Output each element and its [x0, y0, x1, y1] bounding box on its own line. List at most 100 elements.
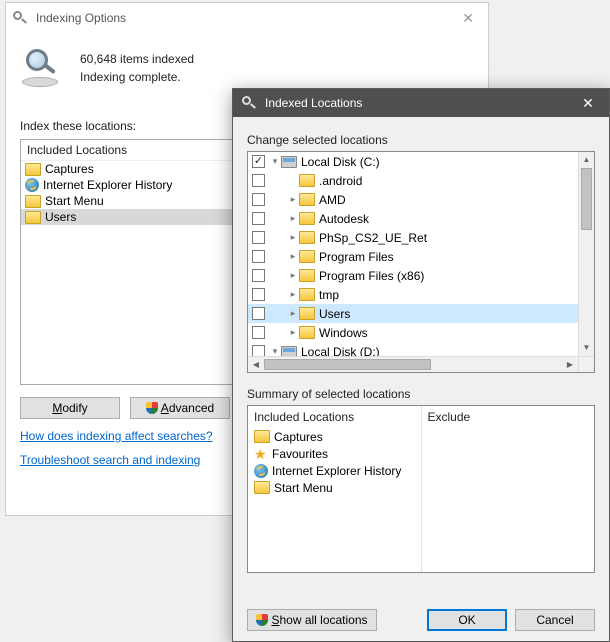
folder-icon	[254, 481, 270, 494]
help-link[interactable]: How does indexing affect searches?	[20, 429, 213, 443]
tree-row[interactable]: ▸ Autodesk	[248, 209, 578, 228]
tree-item-label: Program Files (x86)	[319, 269, 424, 283]
horizontal-scrollbar[interactable]: ◀ ▶	[248, 356, 578, 372]
checkbox[interactable]	[252, 155, 265, 168]
scroll-up-icon[interactable]: ▲	[579, 152, 594, 168]
tree-row[interactable]: ▸ Users	[248, 304, 578, 323]
chevron-right-icon[interactable]: ▸	[287, 232, 299, 243]
list-item-label: Captures	[274, 430, 323, 444]
items-indexed: 60,648 items indexed	[80, 50, 194, 68]
tree-row[interactable]: ▸ Program Files	[248, 247, 578, 266]
show-all-locations-button[interactable]: Show all locations	[247, 609, 377, 631]
folder-icon	[299, 250, 315, 263]
tree-item-label: Program Files	[319, 250, 394, 264]
tree-row[interactable]: · .android	[248, 171, 578, 190]
tree-row[interactable]: ▸ Program Files (x86)	[248, 266, 578, 285]
tree-row[interactable]: ▸ Windows	[248, 323, 578, 342]
folder-icon	[299, 326, 315, 339]
options-titlebar[interactable]: Indexing Options ✕	[6, 3, 488, 33]
drive-icon	[281, 156, 297, 168]
locations-titlebar[interactable]: Indexed Locations ✕	[233, 89, 609, 117]
chevron-right-icon[interactable]: ▸	[287, 213, 299, 224]
summary-included-header: Included Locations	[252, 408, 417, 428]
folder-icon	[299, 231, 315, 244]
star-icon: ★	[254, 447, 268, 461]
indexed-locations-dialog: Indexed Locations ✕ Change selected loca…	[232, 88, 610, 642]
chevron-right-icon[interactable]: ▸	[287, 270, 299, 281]
chevron-down-icon[interactable]: ▾	[269, 156, 281, 167]
chevron-right-icon[interactable]: ▸	[287, 251, 299, 262]
scroll-thumb[interactable]	[581, 168, 592, 230]
indexing-status: Indexing complete.	[80, 68, 194, 86]
vertical-scrollbar[interactable]: ▲ ▼	[578, 152, 594, 356]
tree-row[interactable]: ▾ Local Disk (C:)	[248, 152, 578, 171]
checkbox[interactable]	[252, 345, 265, 356]
checkbox[interactable]	[252, 231, 265, 244]
chevron-right-icon[interactable]: ▸	[287, 308, 299, 319]
list-item[interactable]: Start Menu	[252, 479, 417, 496]
magnifier-large-icon	[20, 47, 62, 89]
tree-row[interactable]: ▸ AMD	[248, 190, 578, 209]
summary-label: Summary of selected locations	[247, 387, 595, 401]
folder-icon	[299, 174, 315, 187]
tree-item-label: PhSp_CS2_UE_Ret	[319, 231, 427, 245]
change-locations-label: Change selected locations	[247, 133, 595, 147]
close-icon[interactable]: ✕	[567, 89, 609, 117]
close-icon[interactable]: ✕	[454, 8, 482, 29]
checkbox[interactable]	[252, 174, 265, 187]
troubleshoot-link[interactable]: Troubleshoot search and indexing	[20, 453, 200, 467]
locations-tree: ▾ Local Disk (C:)· .android▸ AMD▸ Autode…	[247, 151, 595, 373]
tree-row[interactable]: ▸ PhSp_CS2_UE_Ret	[248, 228, 578, 247]
folder-icon	[299, 288, 315, 301]
chevron-right-icon[interactable]: ▸	[287, 327, 299, 338]
scroll-thumb[interactable]	[264, 359, 431, 370]
ie-icon	[254, 464, 268, 478]
scroll-right-icon[interactable]: ▶	[562, 357, 578, 372]
status-text: 60,648 items indexed Indexing complete.	[80, 50, 194, 86]
shield-icon	[256, 614, 268, 626]
scroll-down-icon[interactable]: ▼	[579, 340, 594, 356]
chevron-right-icon[interactable]: ▸	[287, 194, 299, 205]
ie-icon	[25, 178, 39, 192]
tree-item-label: Windows	[319, 326, 368, 340]
tree-row[interactable]: ▾ Local Disk (D:)	[248, 342, 578, 356]
scroll-left-icon[interactable]: ◀	[248, 357, 264, 372]
modify-button[interactable]: Modify	[20, 397, 120, 419]
ok-button[interactable]: OK	[427, 609, 507, 631]
list-item[interactable]: ★ Favourites	[252, 445, 417, 462]
checkbox[interactable]	[252, 326, 265, 339]
checkbox[interactable]	[252, 250, 265, 263]
checkbox[interactable]	[252, 193, 265, 206]
checkbox[interactable]	[252, 288, 265, 301]
folder-icon	[25, 195, 41, 208]
tree-item-label: Local Disk (C:)	[301, 155, 380, 169]
tree-item-label: Local Disk (D:)	[301, 345, 380, 357]
advanced-button[interactable]: Advanced	[130, 397, 230, 419]
folder-icon	[25, 163, 41, 176]
folder-icon	[299, 212, 315, 225]
checkbox[interactable]	[252, 307, 265, 320]
folder-icon	[299, 193, 315, 206]
shield-icon	[146, 402, 158, 414]
tree-item-label: Users	[319, 307, 350, 321]
checkbox[interactable]	[252, 212, 265, 225]
folder-icon	[25, 211, 41, 224]
tree-item-label: AMD	[319, 193, 346, 207]
summary-pane: Included Locations Captures ★ FavouritesIn…	[247, 405, 595, 573]
list-item-label: Favourites	[272, 447, 328, 461]
options-title: Indexing Options	[36, 11, 448, 25]
chevron-down-icon[interactable]: ▾	[269, 346, 281, 356]
cancel-button[interactable]: Cancel	[515, 609, 595, 631]
folder-icon	[254, 430, 270, 443]
tree-item-label: tmp	[319, 288, 339, 302]
tree-row[interactable]: ▸ tmp	[248, 285, 578, 304]
folder-icon	[299, 307, 315, 320]
magnifier-icon	[12, 10, 28, 26]
list-item[interactable]: Captures	[252, 428, 417, 445]
folder-icon	[299, 269, 315, 282]
summary-exclude-column: Exclude	[421, 406, 595, 572]
list-item[interactable]: Internet Explorer History	[252, 462, 417, 479]
checkbox[interactable]	[252, 269, 265, 282]
tree-item-label: Autodesk	[319, 212, 369, 226]
chevron-right-icon[interactable]: ▸	[287, 289, 299, 300]
